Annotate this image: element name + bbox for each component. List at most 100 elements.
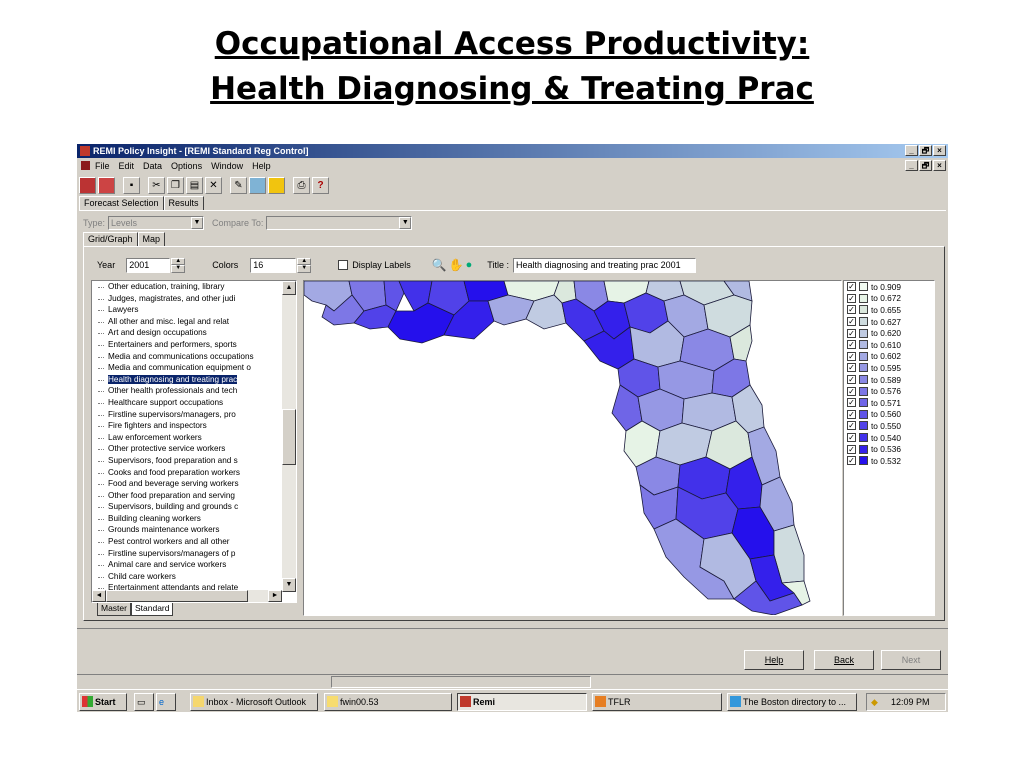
menu-file[interactable]: File xyxy=(95,161,110,171)
list-item[interactable]: Fire fighters and inspectors xyxy=(92,420,282,432)
child-close-button[interactable]: × xyxy=(933,160,946,171)
list-item[interactable]: All other and misc. legal and relat xyxy=(92,316,282,328)
legend-checkbox[interactable]: ✓ xyxy=(847,351,856,361)
year-stepper[interactable]: ▲ ▼ xyxy=(171,257,186,273)
legend-checkbox[interactable]: ✓ xyxy=(847,433,856,443)
list-item[interactable]: Media and communications occupations xyxy=(92,351,282,363)
tab-results[interactable]: Results xyxy=(163,196,204,211)
legend-checkbox[interactable]: ✓ xyxy=(847,375,856,385)
copy-icon[interactable]: ❐ xyxy=(167,176,184,194)
list-item[interactable]: Media and communication equipment o xyxy=(92,362,282,374)
colors-input[interactable]: 16 xyxy=(250,257,297,273)
list-item[interactable]: Firstline supervisors/managers, pro xyxy=(92,409,282,421)
sheet-tab-master[interactable]: Master xyxy=(97,603,131,616)
menu-options[interactable]: Options xyxy=(171,161,202,171)
list-item[interactable]: Supervisors, food preparation and s xyxy=(92,455,282,467)
list-item[interactable]: Art and design occupations xyxy=(92,327,282,339)
print-icon[interactable]: ⎙ xyxy=(293,176,310,194)
occupation-list[interactable]: Other education, training, library Judges… xyxy=(91,280,297,603)
list-item[interactable]: Animal care and service workers xyxy=(92,559,282,571)
window-titlebar[interactable]: REMI Policy Insight - [REMI Standard Reg… xyxy=(77,144,948,158)
legend-checkbox[interactable]: ✓ xyxy=(847,456,856,466)
legend-checkbox[interactable]: ✓ xyxy=(847,363,856,373)
minimize-button[interactable]: _ xyxy=(905,145,918,156)
sheet-tab-standard[interactable]: Standard xyxy=(130,603,174,616)
list-item[interactable]: Pest control workers and all other xyxy=(92,536,282,548)
scroll-down-icon[interactable]: ▼ xyxy=(282,578,296,592)
task-remi[interactable]: Remi xyxy=(457,693,587,711)
list-item[interactable]: Firstline supervisors/managers of p xyxy=(92,548,282,560)
quicklaunch-ie-icon[interactable]: e xyxy=(156,693,176,711)
task-tflr[interactable]: TFLR xyxy=(592,693,722,711)
list-item[interactable]: Other food preparation and serving xyxy=(92,490,282,502)
chevron-down-icon[interactable]: ▼ xyxy=(399,216,412,229)
list-item[interactable]: Judges, magistrates, and other judi xyxy=(92,293,282,305)
list-horizontal-scrollbar[interactable]: ◄ ► xyxy=(92,590,282,602)
cut-icon[interactable]: ✂ xyxy=(148,176,165,194)
menu-edit[interactable]: Edit xyxy=(119,161,135,171)
legend-checkbox[interactable]: ✓ xyxy=(847,293,856,303)
legend-checkbox[interactable]: ✓ xyxy=(847,305,856,315)
restore-button[interactable]: 🗗 xyxy=(919,145,932,156)
list-item[interactable]: Health diagnosing and treating prac xyxy=(92,374,282,386)
list-item[interactable]: Food and beverage serving workers xyxy=(92,478,282,490)
start-button[interactable]: Start xyxy=(79,693,127,711)
florida-county-map[interactable] xyxy=(303,280,842,616)
list-item[interactable]: Supervisors, building and grounds c xyxy=(92,501,282,513)
legend-checkbox[interactable]: ✓ xyxy=(847,328,856,338)
compare-select[interactable]: ▼ xyxy=(266,215,413,230)
list-item[interactable]: Grounds maintenance workers xyxy=(92,524,282,536)
legend-checkbox[interactable]: ✓ xyxy=(847,444,856,454)
zoom-icon[interactable]: 🔍 xyxy=(432,258,447,272)
scroll-thumb[interactable] xyxy=(282,409,296,465)
list-item[interactable]: Other health professionals and tech xyxy=(92,385,282,397)
list-item[interactable]: Other protective service workers xyxy=(92,443,282,455)
close-file-icon[interactable] xyxy=(98,176,115,194)
task-fwin[interactable]: fwin00.53 xyxy=(324,693,452,711)
year-input[interactable]: 2001 xyxy=(126,257,171,273)
county-region[interactable] xyxy=(487,294,535,326)
back-button[interactable]: Back xyxy=(814,650,874,670)
list-item[interactable]: Lawyers xyxy=(92,304,282,316)
menu-window[interactable]: Window xyxy=(211,161,243,171)
list-item[interactable]: Other education, training, library xyxy=(92,281,282,293)
delete-icon[interactable]: ✕ xyxy=(205,176,222,194)
close-button[interactable]: × xyxy=(933,145,946,156)
next-button[interactable]: Next xyxy=(881,650,941,670)
child-restore-button[interactable]: 🗗 xyxy=(919,160,932,171)
legend-checkbox[interactable]: ✓ xyxy=(847,409,856,419)
open-icon[interactable] xyxy=(79,176,96,194)
legend-checkbox[interactable]: ✓ xyxy=(847,386,856,396)
child-minimize-button[interactable]: _ xyxy=(905,160,918,171)
tab-map[interactable]: Map xyxy=(137,232,166,247)
quicklaunch-desktop-icon[interactable]: ▭ xyxy=(134,693,154,711)
pan-hand-icon[interactable]: ✋ xyxy=(449,258,464,272)
task-boston-directory[interactable]: The Boston directory to ... xyxy=(727,693,857,711)
scroll-right-icon[interactable]: ► xyxy=(268,590,282,602)
colors-stepper[interactable]: ▲ ▼ xyxy=(297,257,312,273)
list-item[interactable]: Building cleaning workers xyxy=(92,513,282,525)
legend-checkbox[interactable]: ✓ xyxy=(847,340,856,350)
list-vertical-scrollbar[interactable]: ▲ ▼ xyxy=(282,281,296,592)
display-labels-checkbox[interactable] xyxy=(338,260,349,270)
list-item[interactable]: Law enforcement workers xyxy=(92,432,282,444)
list-item[interactable]: Cooks and food preparation workers xyxy=(92,467,282,479)
menu-data[interactable]: Data xyxy=(143,161,162,171)
tab-grid-graph[interactable]: Grid/Graph xyxy=(83,232,138,247)
grid-icon[interactable] xyxy=(249,176,266,194)
scroll-up-icon[interactable]: ▲ xyxy=(282,281,296,295)
legend-checkbox[interactable]: ✓ xyxy=(847,282,856,292)
task-outlook[interactable]: Inbox - Microsoft Outlook xyxy=(190,693,318,711)
chart-icon[interactable] xyxy=(268,176,285,194)
menu-help[interactable]: Help xyxy=(252,161,271,171)
wand-icon[interactable]: ✎ xyxy=(230,176,247,194)
globe-icon[interactable]: ● xyxy=(466,259,473,271)
tray-icon[interactable]: ◆ xyxy=(871,694,878,710)
chevron-down-icon[interactable]: ▼ xyxy=(191,216,204,229)
tab-forecast-selection[interactable]: Forecast Selection xyxy=(79,196,164,211)
save-icon[interactable]: ▪ xyxy=(123,176,140,194)
list-item[interactable]: Entertainers and performers, sports xyxy=(92,339,282,351)
legend-checkbox[interactable]: ✓ xyxy=(847,317,856,327)
paste-icon[interactable]: ▤ xyxy=(186,176,203,194)
type-select[interactable]: Levels ▼ xyxy=(108,215,205,230)
